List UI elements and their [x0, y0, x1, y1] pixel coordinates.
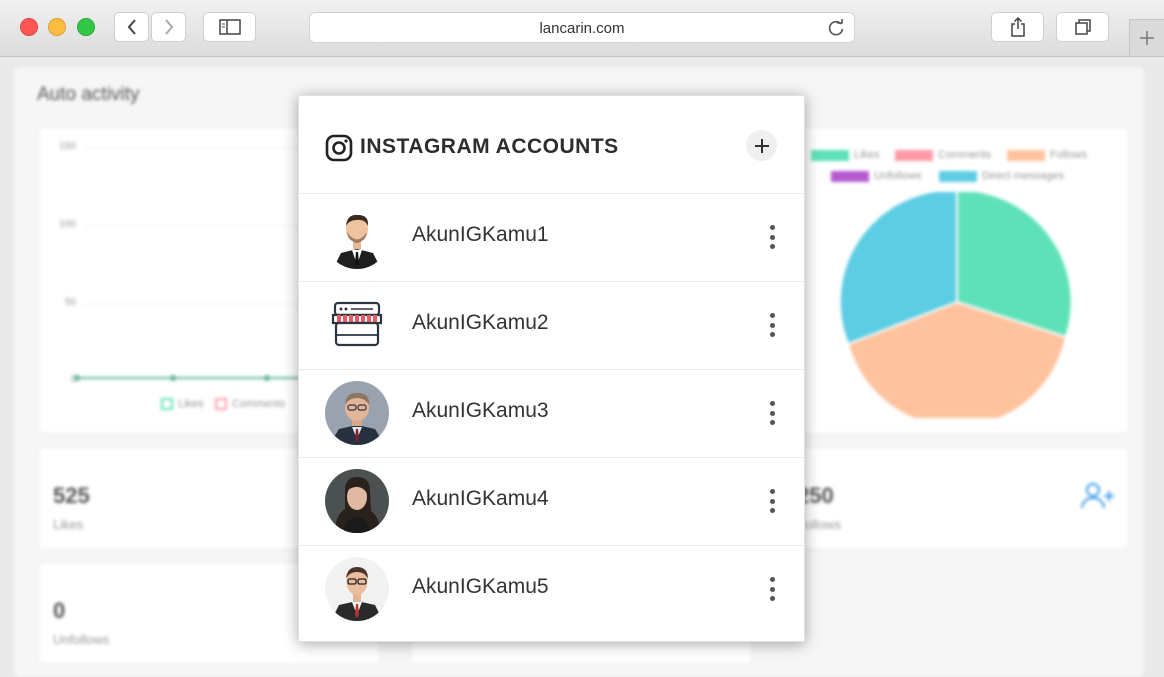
more-options-icon[interactable]	[767, 401, 777, 425]
account-name: AkunIGKamu3	[412, 399, 549, 422]
legend-item: Likes	[161, 398, 204, 410]
legend-item: Follows	[1007, 149, 1087, 161]
legend-label: Comments	[232, 398, 286, 410]
legend-item: Unfollows	[831, 170, 922, 182]
address-bar[interactable]: lancarin.com	[309, 12, 855, 43]
zoom-window-button[interactable]	[77, 18, 95, 36]
modal-title: INSTAGRAM ACCOUNTS	[360, 135, 619, 158]
more-options-icon[interactable]	[767, 225, 777, 249]
more-options-icon[interactable]	[767, 577, 777, 601]
new-tab-button[interactable]	[1129, 19, 1164, 56]
back-button[interactable]	[114, 12, 149, 42]
more-options-icon[interactable]	[767, 313, 777, 337]
legend-item: Comments	[895, 149, 991, 161]
account-row[interactable]: AkunIGKamu2	[299, 281, 804, 370]
add-user-icon	[1081, 482, 1114, 509]
stat-label: Unfollows	[53, 632, 110, 647]
instagram-accounts-modal: INSTAGRAM ACCOUNTS AkunIGKamu1 AkunIGKam…	[298, 95, 805, 642]
account-row[interactable]: AkunIGKamu5	[299, 545, 804, 633]
modal-header: INSTAGRAM ACCOUNTS	[299, 96, 804, 194]
avatar	[325, 205, 389, 269]
tabs-icon	[1074, 19, 1091, 35]
account-name: AkunIGKamu1	[412, 223, 549, 246]
legend-swatch	[215, 398, 227, 410]
store-avatar	[325, 293, 389, 357]
stat-card-follows: 250 Follows	[790, 447, 1129, 549]
share-icon	[1010, 16, 1025, 37]
stat-label: Likes	[53, 517, 84, 532]
more-options-icon[interactable]	[767, 489, 777, 513]
url-text: lancarin.com	[539, 20, 625, 37]
minimize-window-button[interactable]	[48, 18, 66, 36]
instagram-icon	[325, 134, 353, 162]
account-name: AkunIGKamu4	[412, 487, 549, 510]
account-row[interactable]: AkunIGKamu1	[299, 193, 804, 282]
stat-value: 525	[53, 483, 90, 508]
pie-chart-card: Likes Comments Follows Unfollows Direct …	[790, 127, 1129, 434]
add-account-button[interactable]	[746, 130, 777, 161]
avatar	[325, 469, 389, 533]
legend-swatch	[939, 170, 977, 182]
legend-item: Likes	[811, 149, 880, 161]
plus-icon	[754, 138, 769, 153]
legend-item: Direct messages	[939, 170, 1064, 182]
legend-swatch	[161, 398, 173, 410]
avatar	[325, 557, 389, 621]
account-name: AkunIGKamu5	[412, 575, 549, 598]
y-tick: 50	[65, 297, 77, 308]
legend-label: Likes	[178, 398, 204, 410]
account-row[interactable]: AkunIGKamu3	[299, 369, 804, 458]
legend-label: Likes	[854, 149, 880, 161]
legend-swatch	[811, 149, 849, 161]
y-tick: 100	[59, 219, 76, 230]
browser-toolbar: lancarin.com	[0, 0, 1164, 57]
legend-swatch	[895, 149, 933, 161]
stat-value: 0	[53, 598, 66, 623]
account-row[interactable]: AkunIGKamu4	[299, 457, 804, 546]
legend-label: Comments	[938, 149, 992, 161]
legend-label: Unfollows	[874, 170, 922, 182]
chevron-left-icon	[127, 19, 136, 35]
tabs-overview-button[interactable]	[1056, 12, 1109, 42]
pie-chart	[838, 192, 1073, 418]
forward-button[interactable]	[151, 12, 186, 42]
sidebar-toggle-button[interactable]	[203, 12, 256, 42]
sidebar-icon	[218, 19, 241, 35]
account-name: AkunIGKamu2	[412, 311, 549, 334]
legend-swatch	[831, 170, 869, 182]
legend-label: Follows	[1050, 149, 1088, 161]
plus-icon	[1140, 31, 1154, 45]
legend-item: Comments	[215, 398, 285, 410]
avatar	[325, 381, 389, 445]
reload-icon[interactable]	[826, 18, 846, 38]
legend-swatch	[1007, 149, 1045, 161]
close-window-button[interactable]	[20, 18, 38, 36]
y-tick: 150	[59, 141, 76, 152]
legend-label: Direct messages	[982, 170, 1064, 182]
share-button[interactable]	[991, 12, 1044, 42]
dashboard-title: Auto activity	[37, 84, 140, 105]
chevron-right-icon	[164, 19, 173, 35]
